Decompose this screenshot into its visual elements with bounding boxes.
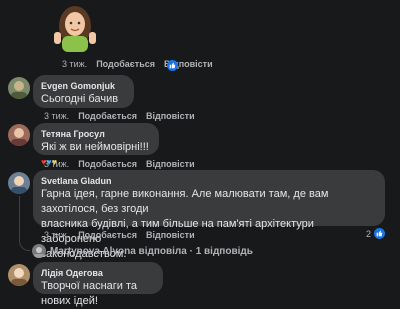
post-meta: 3 тиж. Подобається Відповісти — [62, 59, 213, 69]
comment-author[interactable]: Тетяна Гросул — [41, 128, 151, 140]
like-reaction-icon — [374, 228, 386, 239]
comment-text: Сьогодні бачив — [41, 93, 119, 105]
like-button[interactable]: Подобається — [78, 230, 137, 240]
reply-button[interactable]: Відповісти — [146, 159, 195, 169]
like-reaction-icon — [167, 60, 178, 71]
comment-bubble: Тетяна Гросул Які ж ви неймовірні!!!♥♥♥ — [33, 123, 159, 167]
comment-bubble: Evgen Gomonjuk Сьогодні бачив — [33, 75, 134, 108]
replies-text: Martynova Alyona відповіла · 1 відповідь — [50, 245, 253, 257]
timestamp[interactable]: 3 тиж. — [44, 230, 69, 240]
thread-connector — [19, 196, 30, 251]
comment-text-line: Гарна ідея, гарне виконання. Але малюват… — [41, 188, 329, 215]
comment-bubble: Svetlana Gladun Гарна ідея, гарне викона… — [33, 170, 385, 260]
like-button[interactable]: Подобається — [78, 159, 137, 169]
comment-meta: 3 тиж. Подобається Відповісти — [44, 111, 195, 121]
comment-bubble: Лідія Одегова Творчої наснаги та нових і… — [33, 262, 163, 307]
comment-meta: 3 тиж. Подобається Відповісти — [44, 159, 195, 169]
timestamp[interactable]: 3 тиж. — [44, 159, 69, 169]
view-replies-link[interactable]: Martynova Alyona відповіла · 1 відповідь — [32, 244, 253, 258]
comment-text: Творчої наснаги та нових ідей! — [41, 280, 138, 307]
comment-meta: 3 тиж. Подобається Відповісти — [44, 230, 195, 240]
avatar[interactable] — [8, 77, 30, 99]
reply-avatar — [32, 244, 46, 258]
reply-button[interactable]: Відповісти — [146, 111, 195, 121]
avatar[interactable] — [8, 172, 30, 194]
timestamp[interactable]: 3 тиж. — [62, 59, 87, 69]
like-button[interactable]: Подобається — [78, 111, 137, 121]
reaction-count: 2 — [366, 228, 372, 239]
reply-button[interactable]: Відповісти — [146, 230, 195, 240]
comment-author[interactable]: Svetlana Gladun — [41, 175, 377, 187]
timestamp[interactable]: 3 тиж. — [44, 111, 69, 121]
comment-author[interactable]: Evgen Gomonjuk — [41, 80, 126, 92]
reaction-summary[interactable]: 2 — [366, 228, 386, 239]
like-button[interactable]: Подобається — [96, 59, 155, 69]
comment-author[interactable]: Лідія Одегова — [41, 267, 155, 279]
avatar[interactable] — [8, 264, 30, 286]
sticker-image — [48, 0, 102, 52]
avatar[interactable] — [8, 124, 30, 146]
